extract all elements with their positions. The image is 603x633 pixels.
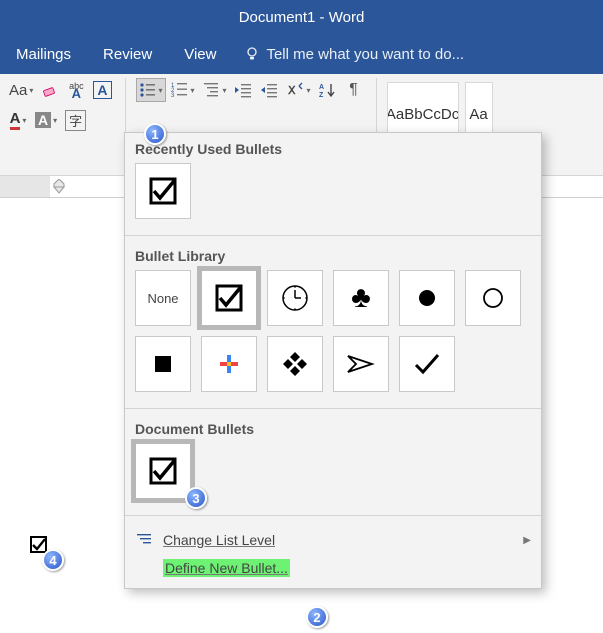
tab-view[interactable]: View (180, 40, 220, 69)
bullet-club[interactable]: ♣ (333, 270, 389, 326)
arrowhead-icon (346, 353, 376, 375)
tell-me-search[interactable]: Tell me what you want to do... (244, 46, 464, 63)
bullet-disc[interactable] (399, 270, 455, 326)
font-group: Aa▾ abcA A A▾ A▾ 字 (0, 74, 121, 175)
show-paragraph-marks-button[interactable]: ¶ (342, 78, 366, 102)
checkbox-icon (148, 176, 178, 206)
svg-text:Ⅹ: Ⅹ (287, 85, 296, 97)
bullets-icon (139, 82, 157, 98)
circle-icon (482, 287, 504, 309)
check-icon (413, 352, 441, 376)
annotation-4: 4 (42, 549, 64, 571)
sort-button[interactable]: AZ (316, 78, 340, 102)
increase-indent-button[interactable] (258, 78, 282, 102)
asian-layout-button[interactable]: Ⅹ▾ (284, 78, 314, 102)
sort-icon: AZ (319, 82, 337, 98)
change-list-level-item[interactable]: Change List Level ▶ (125, 526, 541, 554)
eraser-icon (41, 81, 59, 99)
svg-text:A: A (319, 84, 324, 91)
recently-used-heading: Recently Used Bullets (135, 141, 531, 157)
character-shading-button[interactable]: 字 (62, 108, 89, 132)
checkbox-icon (148, 456, 178, 486)
bullet-none[interactable]: None (135, 270, 191, 326)
tab-review[interactable]: Review (99, 40, 156, 69)
bullet-recent-checkbox[interactable] (135, 163, 191, 219)
numbering-button[interactable]: 123 ▾ (168, 78, 198, 102)
document-bullets-heading: Document Bullets (135, 421, 531, 437)
clock-icon (281, 284, 309, 312)
tell-me-placeholder: Tell me what you want to do... (266, 46, 464, 63)
square-icon (155, 356, 171, 372)
change-list-level-label: Change List Level (163, 532, 275, 548)
indent-marker-icon[interactable] (52, 179, 66, 195)
outdent-icon (235, 82, 253, 98)
bullet-checkmark[interactable] (399, 336, 455, 392)
define-new-bullet-item[interactable]: Define New Bullet... (125, 554, 541, 582)
asian-layout-icon: Ⅹ (287, 82, 305, 98)
ribbon-tabs: Mailings Review View Tell me what you wa… (0, 34, 603, 74)
checkbox-icon (214, 283, 244, 313)
numbering-icon: 123 (171, 82, 189, 98)
decrease-indent-button[interactable] (232, 78, 256, 102)
plus-color-icon (218, 353, 240, 375)
svg-text:Z: Z (319, 92, 324, 98)
dropdown-separator (125, 235, 541, 236)
bullet-arrowhead[interactable] (333, 336, 389, 392)
ruler-margin (0, 176, 50, 197)
multilevel-icon (203, 82, 221, 98)
dropdown-menu: Change List Level ▶ Define New Bullet... (125, 520, 541, 588)
svg-text:3: 3 (171, 93, 175, 98)
list-level-icon (137, 533, 153, 547)
bullets-button[interactable]: ▾ (136, 78, 166, 102)
bullet-square[interactable] (135, 336, 191, 392)
bullet-clock[interactable] (267, 270, 323, 326)
submenu-arrow-icon: ▶ (523, 535, 531, 546)
bullet-colored-plus[interactable] (201, 336, 257, 392)
bullet-document-checkbox[interactable] (135, 443, 191, 499)
change-case-button[interactable]: Aa▾ (6, 78, 36, 102)
font-color-button[interactable]: A▾ (6, 108, 30, 132)
bullet-circle[interactable] (465, 270, 521, 326)
highlight-button[interactable]: A▾ (32, 108, 60, 132)
annotation-3: 3 (185, 487, 207, 509)
window-title: Document1 - Word (239, 9, 365, 26)
clear-formatting-button[interactable] (38, 78, 62, 102)
bullet-four-diamonds[interactable] (267, 336, 323, 392)
phonetic-guide-button[interactable]: abcA (64, 78, 88, 102)
character-border-button[interactable]: A (90, 78, 114, 102)
dropdown-separator-3 (125, 515, 541, 516)
dropdown-separator-2 (125, 408, 541, 409)
disc-icon (417, 288, 437, 308)
bullet-checkbox[interactable] (201, 270, 257, 326)
bullets-dropdown: Recently Used Bullets Bullet Library Non… (124, 132, 542, 589)
bullet-library-heading: Bullet Library (135, 248, 531, 264)
four-diamond-icon (282, 351, 308, 377)
annotation-1: 1 (144, 123, 166, 145)
define-new-bullet-label: Define New Bullet... (163, 559, 290, 577)
indent-icon (261, 82, 279, 98)
window-titlebar: Document1 - Word (0, 0, 603, 34)
tab-mailings[interactable]: Mailings (12, 40, 75, 69)
multilevel-list-button[interactable]: ▾ (200, 78, 230, 102)
annotation-2: 2 (306, 606, 328, 628)
lightbulb-icon (244, 46, 260, 62)
